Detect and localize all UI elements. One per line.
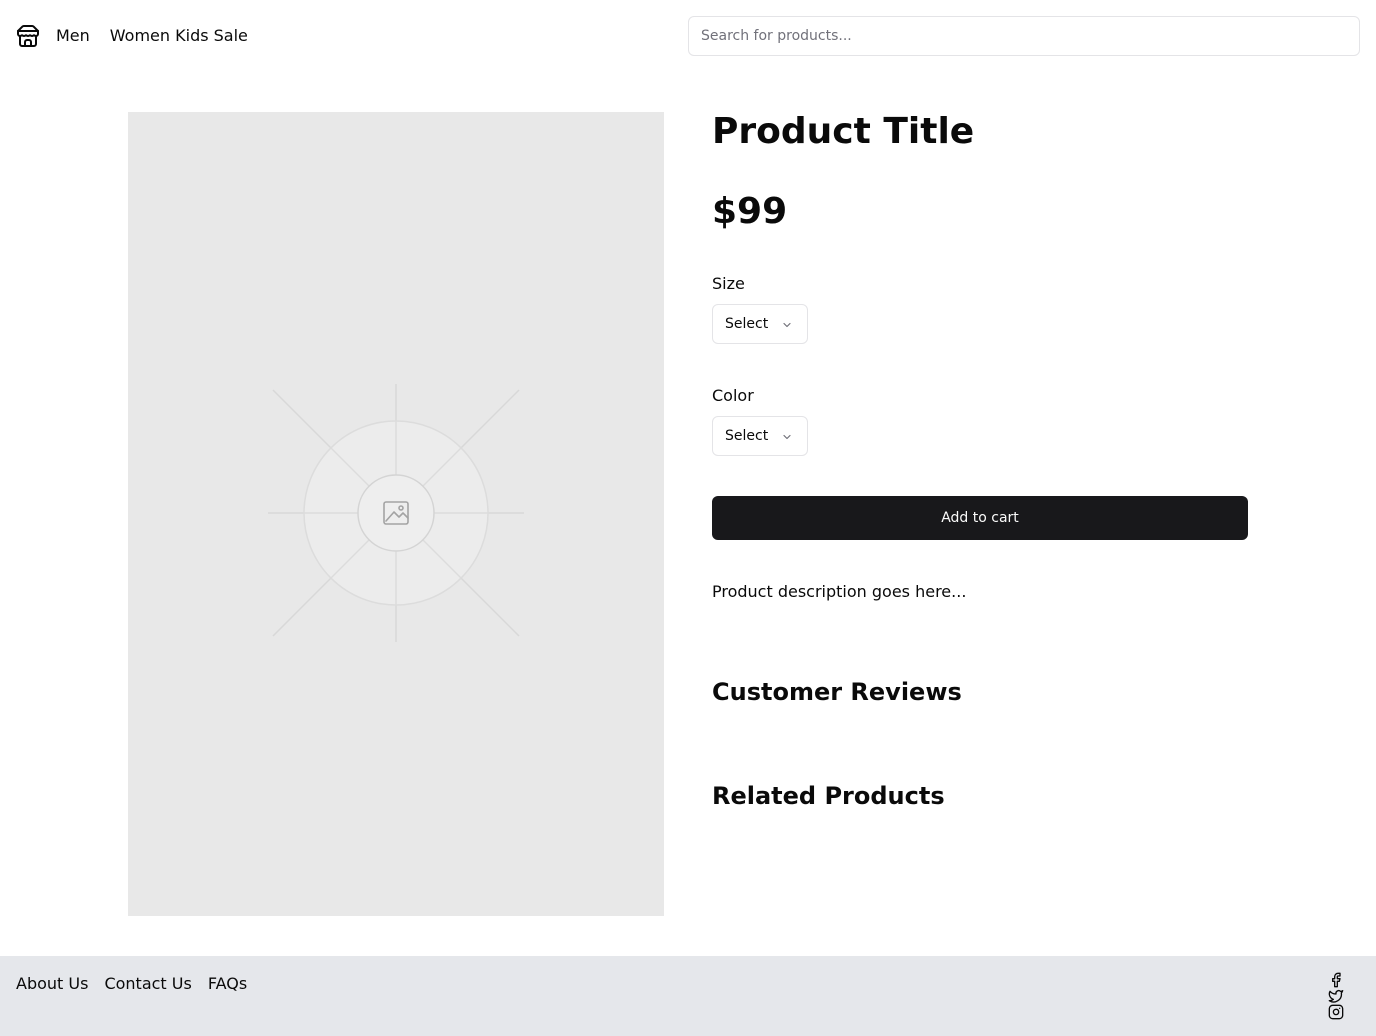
color-select-value: Select: [725, 428, 769, 444]
chevron-down-icon: [783, 434, 791, 440]
nav-link-men[interactable]: Men: [56, 26, 90, 46]
color-label: Color: [712, 386, 754, 405]
size-label: Size: [712, 274, 745, 293]
image-placeholder-icon: [268, 384, 524, 642]
customer-reviews-heading: Customer Reviews: [712, 678, 962, 706]
related-products-heading: Related Products: [712, 782, 945, 810]
product-image: [128, 112, 664, 916]
site-footer: About Us Contact Us FAQs: [0, 956, 1376, 1036]
social-links: [1328, 972, 1344, 1020]
search-input[interactable]: [688, 16, 1360, 56]
product-price: $99: [712, 191, 788, 232]
footer-link-about-us[interactable]: About Us: [16, 974, 88, 994]
site-header: Men Women Kids Sale: [0, 0, 1376, 72]
size-select[interactable]: Select: [712, 304, 808, 344]
nav-link-women-kids-sale[interactable]: Women Kids Sale: [110, 26, 248, 46]
product-title: Product Title: [712, 111, 975, 152]
footer-link-contact-us[interactable]: Contact Us: [104, 974, 191, 994]
footer-links: About Us Contact Us FAQs: [16, 974, 247, 994]
store-icon[interactable]: [16, 24, 40, 48]
chevron-down-icon: [783, 322, 791, 328]
add-to-cart-button[interactable]: Add to cart: [712, 496, 1248, 540]
main-nav: Men Women Kids Sale: [56, 26, 248, 46]
footer-link-faqs[interactable]: FAQs: [208, 974, 247, 994]
size-select-value: Select: [725, 316, 769, 332]
facebook-icon[interactable]: [1328, 972, 1344, 988]
instagram-icon[interactable]: [1328, 1004, 1344, 1020]
color-select[interactable]: Select: [712, 416, 808, 456]
product-description: Product description goes here...: [712, 582, 967, 601]
twitter-icon[interactable]: [1328, 988, 1344, 1004]
